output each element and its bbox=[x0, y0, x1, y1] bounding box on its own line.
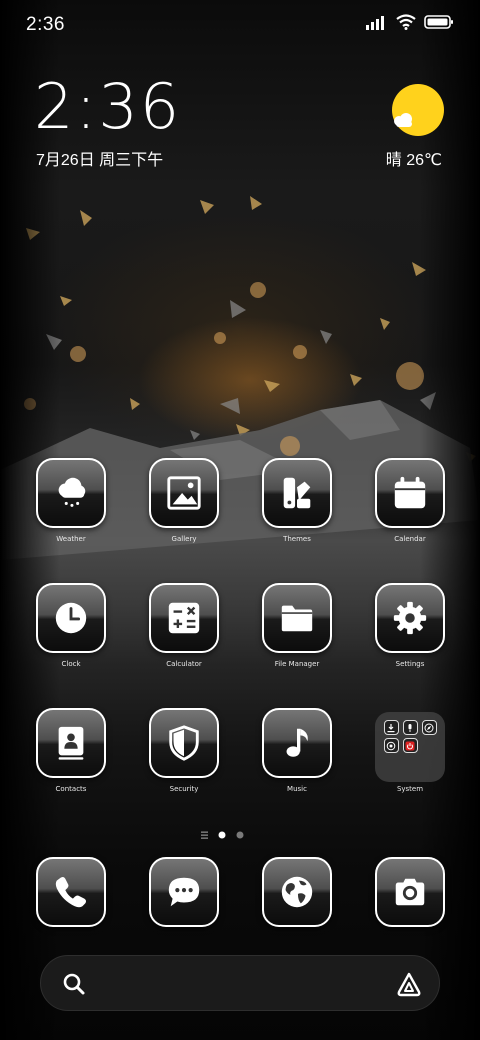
dock-camera[interactable] bbox=[360, 857, 460, 927]
app-tile[interactable] bbox=[36, 458, 106, 528]
gear-icon bbox=[393, 601, 427, 635]
app-label: Weather bbox=[56, 535, 86, 543]
app-calculator[interactable]: Calculator bbox=[134, 583, 234, 668]
app-tile[interactable] bbox=[262, 857, 332, 927]
dock-messages[interactable] bbox=[134, 857, 234, 927]
weather-icon bbox=[58, 477, 86, 507]
shield-icon bbox=[169, 725, 199, 761]
app-themes[interactable]: Themes bbox=[247, 458, 347, 543]
mini-app bbox=[421, 720, 437, 735]
wifi-icon bbox=[396, 14, 416, 30]
page-dot bbox=[236, 831, 244, 839]
calendar-icon bbox=[394, 476, 426, 509]
app-tile[interactable] bbox=[375, 458, 445, 528]
app-label: Calendar bbox=[394, 535, 426, 543]
microphone-icon bbox=[408, 723, 412, 732]
app-tile[interactable] bbox=[149, 708, 219, 778]
app-gallery[interactable]: Gallery bbox=[134, 458, 234, 543]
signal-icon bbox=[366, 16, 384, 30]
cloud-icon bbox=[394, 113, 412, 127]
music-note-icon bbox=[286, 728, 308, 757]
app-tile[interactable] bbox=[262, 708, 332, 778]
app-label: File Manager bbox=[274, 660, 320, 668]
app-label: Security bbox=[169, 785, 199, 793]
messages-icon bbox=[168, 877, 200, 907]
app-label: Music bbox=[287, 785, 307, 793]
app-file-manager[interactable]: File Manager bbox=[247, 583, 347, 668]
search-bar[interactable] bbox=[40, 955, 440, 1011]
app-music[interactable]: Music bbox=[247, 708, 347, 793]
themes-icon bbox=[283, 477, 311, 509]
page-indicator[interactable] bbox=[200, 829, 280, 841]
battery-icon bbox=[424, 15, 453, 29]
app-tile[interactable] bbox=[36, 857, 106, 927]
camera-icon bbox=[395, 878, 425, 906]
mini-app bbox=[383, 720, 399, 735]
weather-widget-text: 晴 26℃ bbox=[386, 146, 442, 170]
power-icon bbox=[405, 741, 415, 750]
assistant-icon[interactable] bbox=[395, 970, 423, 998]
gallery-icon bbox=[167, 476, 201, 510]
sunny-icon[interactable] bbox=[392, 84, 444, 136]
clock-widget-date: 7月26日 周三下午 bbox=[36, 152, 164, 169]
system-folder[interactable] bbox=[375, 712, 445, 782]
weather-temperature: 26℃ bbox=[406, 152, 442, 169]
clock-icon bbox=[55, 602, 87, 634]
app-tile[interactable] bbox=[36, 583, 106, 653]
phone-icon bbox=[55, 876, 87, 908]
app-label: System bbox=[396, 785, 424, 793]
status-icons bbox=[366, 14, 454, 30]
mini-app bbox=[383, 738, 399, 753]
calculator-icon bbox=[168, 602, 200, 634]
app-label: Settings bbox=[395, 660, 425, 668]
app-system-folder[interactable]: System bbox=[360, 712, 460, 793]
mini-app bbox=[402, 738, 418, 753]
status-bar: 2:36 bbox=[0, 0, 480, 50]
app-weather[interactable]: Weather bbox=[21, 458, 121, 543]
app-tile[interactable] bbox=[149, 458, 219, 528]
dock-browser[interactable] bbox=[247, 857, 347, 927]
page-dot-active bbox=[218, 831, 226, 839]
folder-icon bbox=[281, 605, 313, 632]
dock-phone[interactable] bbox=[21, 857, 121, 927]
browser-globe-icon bbox=[281, 876, 313, 908]
app-label: Gallery bbox=[171, 535, 197, 543]
clock-widget-time[interactable]: 2:36 bbox=[34, 72, 181, 142]
mini-app bbox=[402, 720, 418, 735]
app-label: Contacts bbox=[55, 785, 87, 793]
status-time: 2:36 bbox=[26, 14, 65, 35]
compass-icon bbox=[424, 723, 434, 732]
search-icon[interactable] bbox=[61, 971, 87, 997]
app-security[interactable]: Security bbox=[134, 708, 234, 793]
contacts-icon bbox=[58, 726, 84, 760]
app-tile[interactable] bbox=[262, 458, 332, 528]
weather-condition: 晴 bbox=[385, 152, 402, 169]
app-tile[interactable] bbox=[149, 583, 219, 653]
scanner-icon bbox=[386, 741, 396, 750]
app-label: Clock bbox=[61, 660, 81, 668]
app-tile[interactable] bbox=[375, 857, 445, 927]
app-tile[interactable] bbox=[36, 708, 106, 778]
page-list-icon bbox=[201, 831, 208, 839]
app-clock[interactable]: Clock bbox=[21, 583, 121, 668]
app-calendar[interactable]: Calendar bbox=[360, 458, 460, 543]
app-tile[interactable] bbox=[149, 857, 219, 927]
app-label: Themes bbox=[283, 535, 311, 543]
download-icon bbox=[387, 723, 395, 732]
app-contacts[interactable]: Contacts bbox=[21, 708, 121, 793]
app-settings[interactable]: Settings bbox=[360, 583, 460, 668]
app-tile[interactable] bbox=[375, 583, 445, 653]
app-tile[interactable] bbox=[262, 583, 332, 653]
app-label: Calculator bbox=[166, 660, 202, 668]
